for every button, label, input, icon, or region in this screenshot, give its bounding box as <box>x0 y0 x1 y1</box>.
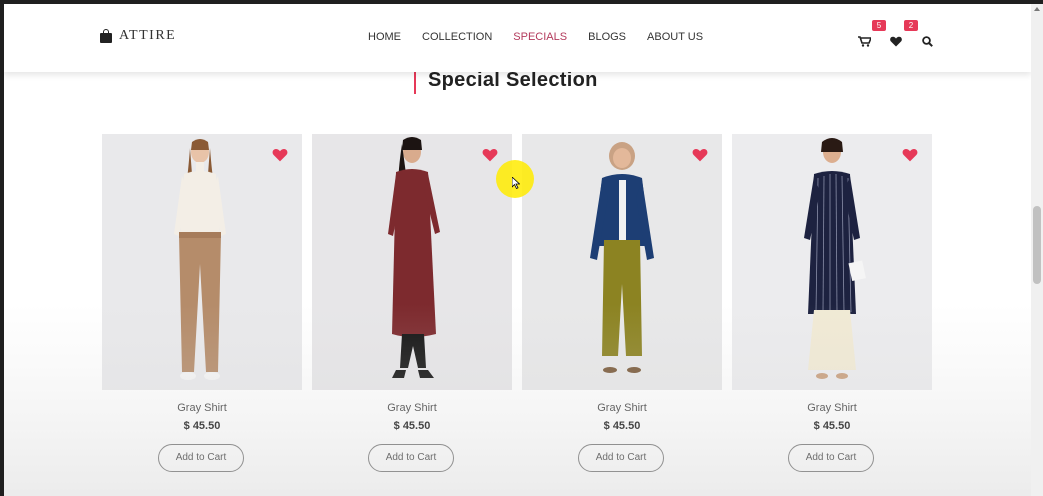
product-price: $ 45.50 <box>603 420 641 432</box>
product-name[interactable]: Gray Shirt <box>102 402 302 414</box>
product-card[interactable]: Gray Shirt $ 45.50 Add to Cart <box>312 134 512 472</box>
scrollbar-thumb[interactable] <box>1033 206 1041 284</box>
nav-home[interactable]: HOME <box>368 31 401 43</box>
nav-specials[interactable]: SPECIALS <box>513 31 567 43</box>
nav-about-us[interactable]: ABOUT US <box>647 31 703 43</box>
main-nav: HOME COLLECTION SPECIALS BLOGS ABOUT US <box>368 31 724 43</box>
wishlist-icon[interactable] <box>890 34 902 52</box>
wishlist-heart-icon[interactable] <box>482 148 498 167</box>
product-card[interactable]: Gray Shirt $ 45.50 Add to Cart <box>732 134 932 472</box>
product-image[interactable] <box>102 134 302 390</box>
wishlist-count-badge: 2 <box>904 20 918 31</box>
product-price: $ 45.50 <box>393 420 431 432</box>
product-name[interactable]: Gray Shirt <box>522 402 722 414</box>
header-icons: 5 2 <box>856 20 936 52</box>
nav-collection[interactable]: COLLECTION <box>422 31 492 43</box>
add-to-cart-button[interactable]: Add to Cart <box>368 444 454 472</box>
brand-logo[interactable]: ATTIRE <box>100 28 176 44</box>
product-card[interactable]: Gray Shirt $ 45.50 Add to Cart <box>102 134 302 472</box>
product-image[interactable] <box>522 134 722 390</box>
cart-icon[interactable] <box>858 34 873 52</box>
add-to-cart-button[interactable]: Add to Cart <box>578 444 664 472</box>
product-card[interactable]: Gray Shirt $ 45.50 Add to Cart <box>522 134 722 472</box>
product-name[interactable]: Gray Shirt <box>732 402 932 414</box>
search-icon[interactable] <box>922 34 933 52</box>
top-navbar: ATTIRE HOME COLLECTION SPECIALS BLOGS AB… <box>4 4 1031 72</box>
product-image[interactable] <box>732 134 932 390</box>
add-to-cart-button[interactable]: Add to Cart <box>788 444 874 472</box>
wishlist-heart-icon[interactable] <box>692 148 708 167</box>
product-image[interactable] <box>312 134 512 390</box>
add-to-cart-button[interactable]: Add to Cart <box>158 444 244 472</box>
shopping-bag-icon <box>100 29 112 43</box>
brand-name: ATTIRE <box>119 28 177 43</box>
browser-viewport: ATTIRE HOME COLLECTION SPECIALS BLOGS AB… <box>4 4 1031 496</box>
vertical-scrollbar[interactable] <box>1031 4 1043 496</box>
product-price: $ 45.50 <box>183 420 221 432</box>
wishlist-heart-icon[interactable] <box>272 148 288 167</box>
product-price: $ 45.50 <box>813 420 851 432</box>
scroll-up-arrow-icon[interactable] <box>1034 7 1040 11</box>
cart-count-badge: 5 <box>872 20 886 31</box>
wishlist-heart-icon[interactable] <box>902 148 918 167</box>
product-name[interactable]: Gray Shirt <box>312 402 512 414</box>
mouse-pointer-icon <box>511 176 521 194</box>
nav-blogs[interactable]: BLOGS <box>588 31 626 43</box>
